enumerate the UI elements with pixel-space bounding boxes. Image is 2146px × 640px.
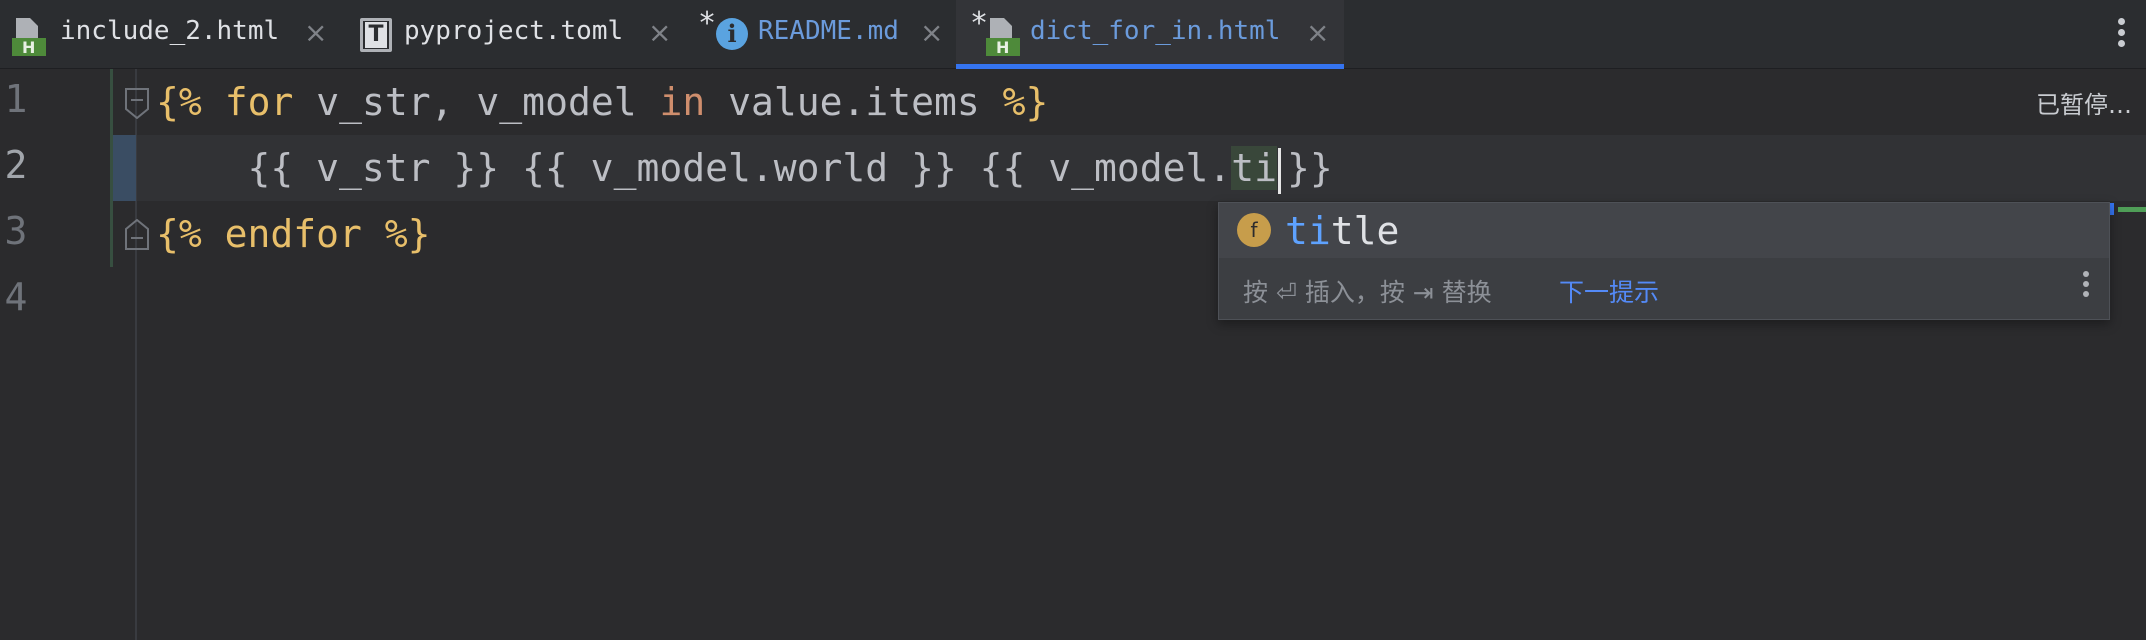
code-line-1: {% for v_str, v_model in value.items %} (156, 69, 1048, 135)
inspection-paused-status[interactable]: 已暂停… (2036, 85, 2132, 120)
code-completion-popup: f title 按 ⏎ 插入，按 ⇥ 替换 下一提示 (1218, 202, 2110, 320)
html-file-icon: H (12, 18, 46, 56)
keyword-endfor: endfor (201, 212, 385, 256)
line-number: 2 (4, 143, 28, 187)
completion-options-icon[interactable] (2081, 271, 2091, 305)
line-number: 4 (4, 275, 28, 319)
tab-include-2-html[interactable]: H include_2.html × (0, 0, 346, 68)
tab-pyproject-toml[interactable]: T pyproject.toml × (346, 0, 686, 68)
close-icon[interactable]: × (648, 16, 671, 49)
tab-readme-md[interactable]: * i README.md × (686, 0, 952, 68)
completion-item-label: title (1285, 207, 1399, 255)
loop-variables: v_str, v_model (293, 80, 660, 124)
editor-tab-bar: H include_2.html × T pyproject.toml × * … (0, 0, 2146, 69)
ide-window: H include_2.html × T pyproject.toml × * … (0, 0, 2146, 640)
completion-shortcut-hint: 按 ⏎ 插入，按 ⇥ 替换 (1243, 278, 1492, 307)
iterable-expression: value.items (705, 80, 1003, 124)
tab-dict-for-in-html[interactable]: * H dict_for_in.html × (956, 0, 1344, 69)
more-options-icon[interactable] (2116, 18, 2126, 52)
line-number: 1 (4, 77, 28, 121)
modified-marker: * (698, 6, 717, 41)
vcs-change-bar (110, 69, 113, 267)
tab-label: pyproject.toml (404, 16, 624, 46)
svg-text:H: H (996, 38, 1009, 56)
expression-close: }} (1287, 146, 1333, 190)
code-line-3: {% endfor %} (156, 201, 431, 267)
svg-text:H: H (22, 38, 35, 56)
code-editor[interactable]: 1 2 3 4 {% for v_str, v_model in value.it… (0, 69, 2146, 640)
fold-collapse-icon[interactable] (124, 87, 150, 119)
completion-rest: tle (1330, 209, 1400, 253)
close-icon[interactable]: × (304, 16, 327, 49)
template-tag-close: %} (1002, 80, 1049, 124)
scrollbar-change-marker (2118, 207, 2146, 212)
toml-file-icon: T (360, 18, 392, 52)
tab-label: include_2.html (60, 16, 280, 46)
function-icon: f (1237, 213, 1271, 247)
html-file-icon: H (986, 18, 1020, 56)
tab-label: dict_for_in.html (1030, 16, 1281, 46)
keyword-for: for (224, 80, 294, 124)
template-tag-close: %} (384, 212, 431, 256)
typed-prefix: ti (1231, 146, 1278, 190)
completion-item-title[interactable]: f title (1219, 203, 2109, 258)
close-icon[interactable]: × (1306, 16, 1329, 49)
template-tag-open: {% (156, 80, 202, 124)
expression-text: {{ v_str }} {{ v_model.world }} {{ v_mod… (247, 146, 1232, 190)
code-line-2: {{ v_str }} {{ v_model.world }} {{ v_mod… (156, 135, 1333, 201)
close-icon[interactable]: × (920, 16, 943, 49)
text-caret (1278, 147, 1282, 194)
line-number: 3 (4, 209, 28, 253)
current-line-gutter-marker (112, 135, 136, 201)
fold-end-icon[interactable] (124, 219, 150, 251)
completion-match: ti (1285, 209, 1331, 253)
info-icon: i (716, 18, 748, 50)
template-tag-open: {% (156, 212, 202, 256)
keyword-in: in (659, 80, 706, 124)
next-tip-link[interactable]: 下一提示 (1559, 273, 1659, 309)
tab-label: README.md (758, 16, 899, 46)
